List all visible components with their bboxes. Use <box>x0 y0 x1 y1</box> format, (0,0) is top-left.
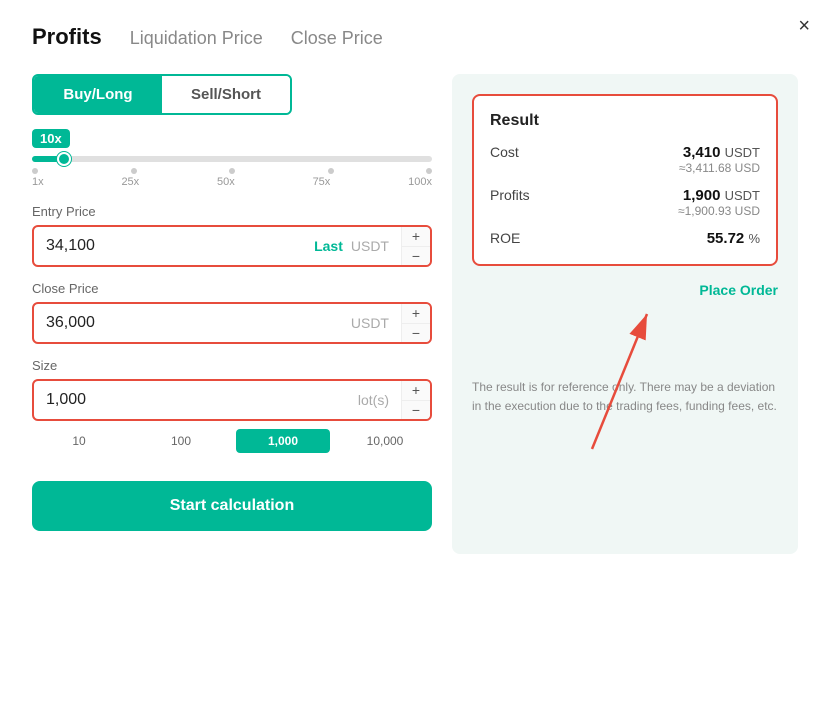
roe-value: 55.72 % <box>707 230 760 247</box>
entry-price-btns: + − <box>401 227 430 265</box>
result-title: Result <box>490 112 760 130</box>
slider-dot <box>426 168 432 174</box>
result-box: Result Cost 3,410 USDT ≈3,411.68 USD Pro… <box>472 94 778 266</box>
sell-short-button[interactable]: Sell/Short <box>162 76 290 113</box>
size-increment[interactable]: + <box>402 381 430 401</box>
close-price-label: Close Price <box>32 281 432 296</box>
close-price-decrement[interactable]: − <box>402 324 430 343</box>
close-price-inner: 36,000 USDT <box>34 304 401 342</box>
size-input-row: 1,000 lot(s) + − <box>32 379 432 421</box>
buy-long-button[interactable]: Buy/Long <box>34 76 162 113</box>
place-order-button[interactable]: Place Order <box>472 282 778 298</box>
close-price-value[interactable]: 36,000 <box>46 314 343 332</box>
close-price-unit: USDT <box>351 315 389 331</box>
size-value[interactable]: 1,000 <box>46 391 350 409</box>
roe-label: ROE <box>490 230 520 246</box>
arrow-svg <box>492 294 692 454</box>
entry-price-input-row: 34,100 Last USDT + − <box>32 225 432 267</box>
left-panel: Buy/Long Sell/Short 10x 1x <box>32 74 432 554</box>
entry-price-inner: 34,100 Last USDT <box>34 227 401 265</box>
leverage-label-50x: 50x <box>217 176 235 188</box>
close-price-btns: + − <box>401 304 430 342</box>
size-inner: 1,000 lot(s) <box>34 381 401 419</box>
tab-profits[interactable]: Profits <box>32 24 102 54</box>
tabs-row: Profits Liquidation Price Close Price <box>32 24 798 54</box>
size-options: 10 100 1,000 10,000 <box>32 429 432 453</box>
result-cost-row: Cost 3,410 USDT ≈3,411.68 USD <box>490 144 760 175</box>
size-unit: lot(s) <box>358 392 389 408</box>
slider-dot <box>229 168 235 174</box>
slider-labels: 1x 25x 50x 75x 100x <box>32 176 432 188</box>
close-price-input-row: 36,000 USDT + − <box>32 302 432 344</box>
main-content: Buy/Long Sell/Short 10x 1x <box>32 74 798 554</box>
size-decrement[interactable]: − <box>402 401 430 420</box>
size-btns: + − <box>401 381 430 419</box>
leverage-area: 10x 1x 25x 50x 75x 100x <box>32 129 432 188</box>
cost-label: Cost <box>490 144 519 160</box>
leverage-badge: 10x <box>32 129 70 148</box>
roe-values: 55.72 % <box>707 230 760 248</box>
slider-dot <box>328 168 334 174</box>
entry-price-value[interactable]: 34,100 <box>46 237 306 255</box>
slider-dot <box>32 168 38 174</box>
cost-sub: ≈3,411.68 USD <box>679 161 760 175</box>
profits-label: Profits <box>490 187 530 203</box>
size-opt-10[interactable]: 10 <box>32 429 126 453</box>
size-opt-1000[interactable]: 1,000 <box>236 429 330 453</box>
close-price-increment[interactable]: + <box>402 304 430 324</box>
entry-price-unit: USDT <box>351 238 389 254</box>
entry-price-label: Entry Price <box>32 204 432 219</box>
size-opt-10000[interactable]: 10,000 <box>338 429 432 453</box>
start-calculation-button[interactable]: Start calculation <box>32 481 432 531</box>
disclaimer: The result is for reference only. There … <box>472 378 778 416</box>
arrow-annotation <box>492 294 692 454</box>
leverage-slider-track[interactable] <box>32 156 432 162</box>
result-roe-row: ROE 55.72 % <box>490 230 760 248</box>
entry-price-unit-highlight[interactable]: Last <box>314 238 343 254</box>
slider-thumb <box>57 152 71 166</box>
profits-sub: ≈1,900.93 USD <box>678 204 760 218</box>
profits-main: 1,900 USDT <box>678 187 760 204</box>
cost-values: 3,410 USDT ≈3,411.68 USD <box>679 144 760 175</box>
leverage-label-100x: 100x <box>408 176 432 188</box>
size-opt-100[interactable]: 100 <box>134 429 228 453</box>
entry-price-increment[interactable]: + <box>402 227 430 247</box>
leverage-label-1x: 1x <box>32 176 44 188</box>
slider-dot <box>131 168 137 174</box>
right-panel: Result Cost 3,410 USDT ≈3,411.68 USD Pro… <box>452 74 798 554</box>
result-profits-row: Profits 1,900 USDT ≈1,900.93 USD <box>490 187 760 218</box>
slider-dots <box>32 168 432 174</box>
tab-close-price[interactable]: Close Price <box>291 28 383 51</box>
buy-sell-toggle: Buy/Long Sell/Short <box>32 74 292 115</box>
close-button[interactable]: × <box>798 16 810 36</box>
leverage-label-25x: 25x <box>121 176 139 188</box>
leverage-label-75x: 75x <box>313 176 331 188</box>
modal: × Profits Liquidation Price Close Price … <box>0 0 830 727</box>
entry-price-decrement[interactable]: − <box>402 247 430 266</box>
profits-values: 1,900 USDT ≈1,900.93 USD <box>678 187 760 218</box>
cost-main: 3,410 USDT <box>679 144 760 161</box>
tab-liquidation-price[interactable]: Liquidation Price <box>130 28 263 51</box>
size-label: Size <box>32 358 432 373</box>
